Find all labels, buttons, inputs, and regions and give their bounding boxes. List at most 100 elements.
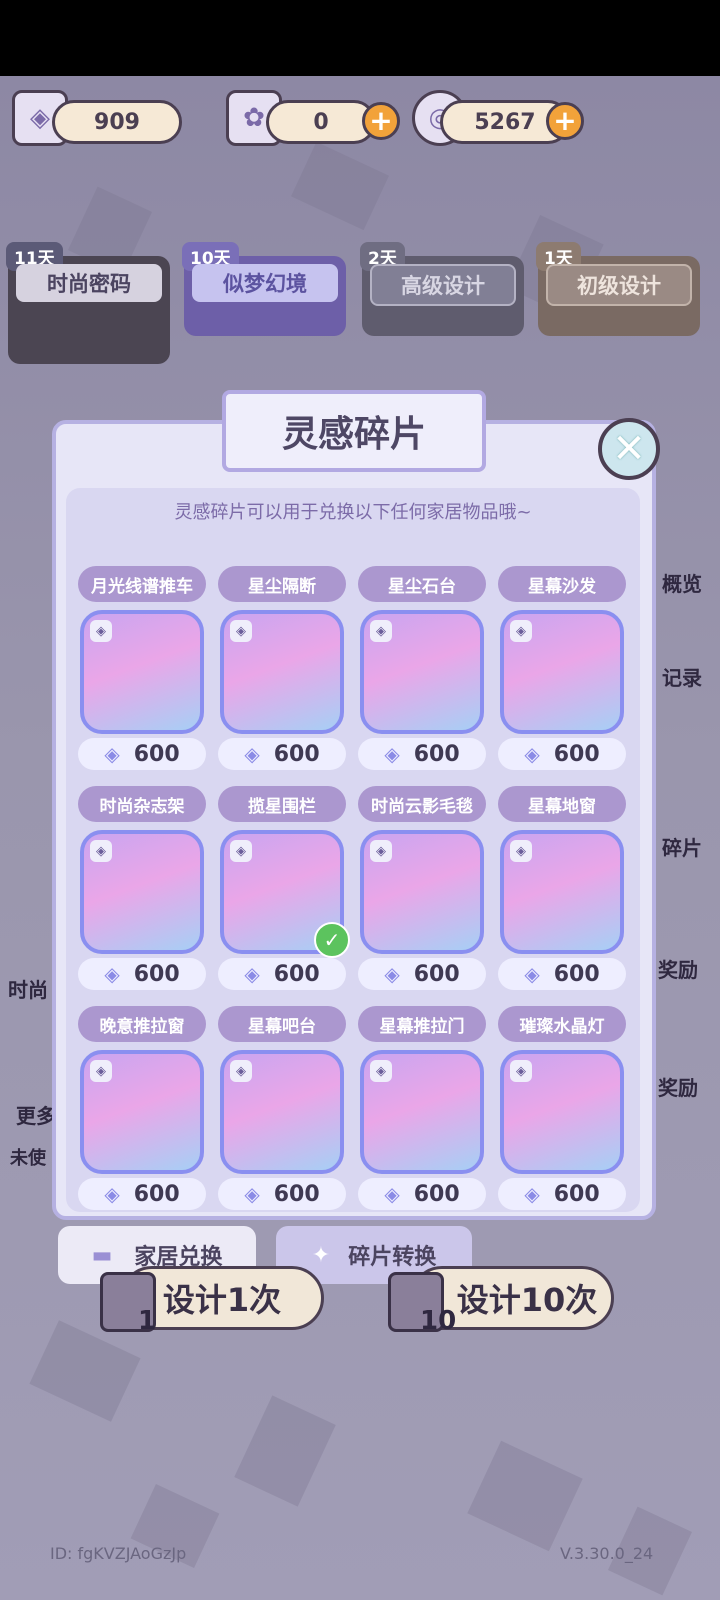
item-price-value: 600	[133, 961, 180, 987]
pool-label: 初级设计	[546, 264, 692, 306]
side-left-fashion[interactable]: 时尚	[8, 974, 48, 1003]
pool-label: 似梦幻境	[192, 264, 338, 302]
item-name: 星幕推拉门	[358, 1006, 486, 1042]
item-card[interactable]: 揽星围栏 ◈ ✓ ◈ 600	[218, 786, 350, 990]
item-image: ◈	[360, 830, 484, 954]
fragment-icon: ◈	[524, 1182, 540, 1206]
fragment-tag-icon: ◈	[230, 620, 252, 642]
fragment-tag-icon: ◈	[230, 840, 252, 862]
item-name: 璀璨水晶灯	[498, 1006, 626, 1042]
close-button[interactable]: ✕	[598, 418, 660, 480]
sparkle-icon: ✦	[311, 1242, 331, 1268]
item-card[interactable]: 时尚云影毛毯 ◈ ◈ 600	[358, 786, 486, 990]
item-name: 星尘石台	[358, 566, 486, 602]
add-spiral-button[interactable]: +	[546, 102, 584, 140]
item-price: ◈ 600	[358, 738, 486, 770]
fragment-icon: ◈	[244, 742, 260, 766]
item-price-value: 600	[413, 1181, 460, 1207]
item-price: ◈ 600	[498, 738, 626, 770]
item-name: 星幕沙发	[498, 566, 626, 602]
item-price: ◈ 600	[218, 1178, 346, 1210]
item-price-value: 600	[133, 1181, 180, 1207]
item-image: ◈	[500, 610, 624, 734]
item-price: ◈ 600	[78, 738, 206, 770]
fragment-tag-icon: ◈	[90, 840, 112, 862]
item-price: ◈ 600	[78, 958, 206, 990]
fragment-balance: 909	[52, 100, 182, 144]
fragment-icon: ◈	[104, 962, 120, 986]
item-card[interactable]: 星幕吧台 ◈ ◈ 600	[218, 1006, 346, 1210]
fragment-tag-icon: ◈	[370, 1060, 392, 1082]
item-price-value: 600	[273, 1181, 320, 1207]
item-card[interactable]: 月光线谱推车 ◈ ◈ 600	[78, 566, 206, 770]
pool-tab-advanced-design[interactable]: 2天 高级设计	[360, 242, 524, 336]
item-name: 星幕地窗	[498, 786, 626, 822]
item-name: 揽星围栏	[218, 786, 346, 822]
side-fragment[interactable]: 碎片	[662, 832, 702, 861]
item-card[interactable]: 星幕推拉门 ◈ ◈ 600	[358, 1006, 486, 1210]
fragment-icon: ◈	[244, 1182, 260, 1206]
side-left-unused: 未使	[10, 1148, 46, 1169]
ticket-count: 10	[420, 1306, 457, 1336]
tab-label: 碎片转换	[348, 1245, 437, 1270]
side-overview[interactable]: 概览	[662, 568, 702, 597]
item-name: 时尚杂志架	[78, 786, 206, 822]
item-image: ◈	[360, 1050, 484, 1174]
add-ticket-button[interactable]: +	[362, 102, 400, 140]
item-price: ◈ 600	[358, 1178, 486, 1210]
item-price-value: 600	[553, 961, 600, 987]
draw-label: 设计10次	[456, 1281, 598, 1319]
fragment-icon: ◈	[384, 742, 400, 766]
fragment-tag-icon: ◈	[230, 1060, 252, 1082]
draw-label: 设计1次	[162, 1281, 282, 1319]
item-price: ◈ 600	[78, 1178, 206, 1210]
item-name: 时尚云影毛毯	[358, 786, 486, 822]
pool-tab-fashion-code[interactable]: 11天 时尚密码	[6, 242, 170, 364]
fragment-icon: ◈	[384, 962, 400, 986]
item-image: ◈	[500, 830, 624, 954]
item-name: 星幕吧台	[218, 1006, 346, 1042]
item-name: 星尘隔断	[218, 566, 346, 602]
fragment-tag-icon: ◈	[510, 840, 532, 862]
pool-label: 高级设计	[370, 264, 516, 306]
fragment-tag-icon: ◈	[510, 620, 532, 642]
item-card[interactable]: 星幕沙发 ◈ ◈ 600	[498, 566, 626, 770]
side-reward-1[interactable]: 奖励	[658, 954, 698, 983]
side-reward-2[interactable]: 奖励	[658, 1072, 698, 1101]
modal-title: 灵感碎片	[222, 390, 486, 472]
ticket-balance: 0	[266, 100, 376, 144]
item-card[interactable]: 璀璨水晶灯 ◈ ◈ 600	[498, 1006, 626, 1210]
item-image: ◈	[360, 610, 484, 734]
item-price: ◈ 600	[218, 958, 346, 990]
item-image: ◈	[500, 1050, 624, 1174]
item-image: ◈	[80, 610, 204, 734]
item-card[interactable]: 星尘石台 ◈ ◈ 600	[358, 566, 486, 770]
item-price-value: 600	[413, 961, 460, 987]
item-price-value: 600	[273, 961, 320, 987]
pool-tab-dreamland[interactable]: 10天 似梦幻境	[182, 242, 346, 336]
item-price: ◈ 600	[498, 958, 626, 990]
item-image: ◈	[220, 610, 344, 734]
item-image: ◈	[80, 830, 204, 954]
fragment-tag-icon: ◈	[90, 1060, 112, 1082]
fragment-tag-icon: ◈	[370, 620, 392, 642]
item-card[interactable]: 晚意推拉窗 ◈ ◈ 600	[78, 1006, 206, 1210]
side-record[interactable]: 记录	[662, 662, 702, 691]
sofa-icon: ▬	[91, 1242, 113, 1268]
item-name: 月光线谱推车	[78, 566, 206, 602]
item-image: ◈	[80, 1050, 204, 1174]
item-card[interactable]: 时尚杂志架 ◈ ◈ 600	[78, 786, 206, 990]
fragment-icon: ◈	[104, 1182, 120, 1206]
status-bar	[0, 0, 720, 76]
item-name: 晚意推拉窗	[78, 1006, 206, 1042]
fragment-tag-icon: ◈	[370, 840, 392, 862]
item-card[interactable]: 星幕地窗 ◈ ◈ 600	[498, 786, 626, 990]
fragment-tag-icon: ◈	[90, 620, 112, 642]
item-price: ◈ 600	[498, 1178, 626, 1210]
item-card[interactable]: 星尘隔断 ◈ ◈ 600	[218, 566, 346, 770]
pool-tab-basic-design[interactable]: 1天 初级设计	[536, 242, 700, 336]
item-price: ◈ 600	[218, 738, 346, 770]
item-price-value: 600	[553, 741, 600, 767]
side-left-more[interactable]: 更多	[16, 1100, 56, 1129]
item-price-value: 600	[133, 741, 180, 767]
